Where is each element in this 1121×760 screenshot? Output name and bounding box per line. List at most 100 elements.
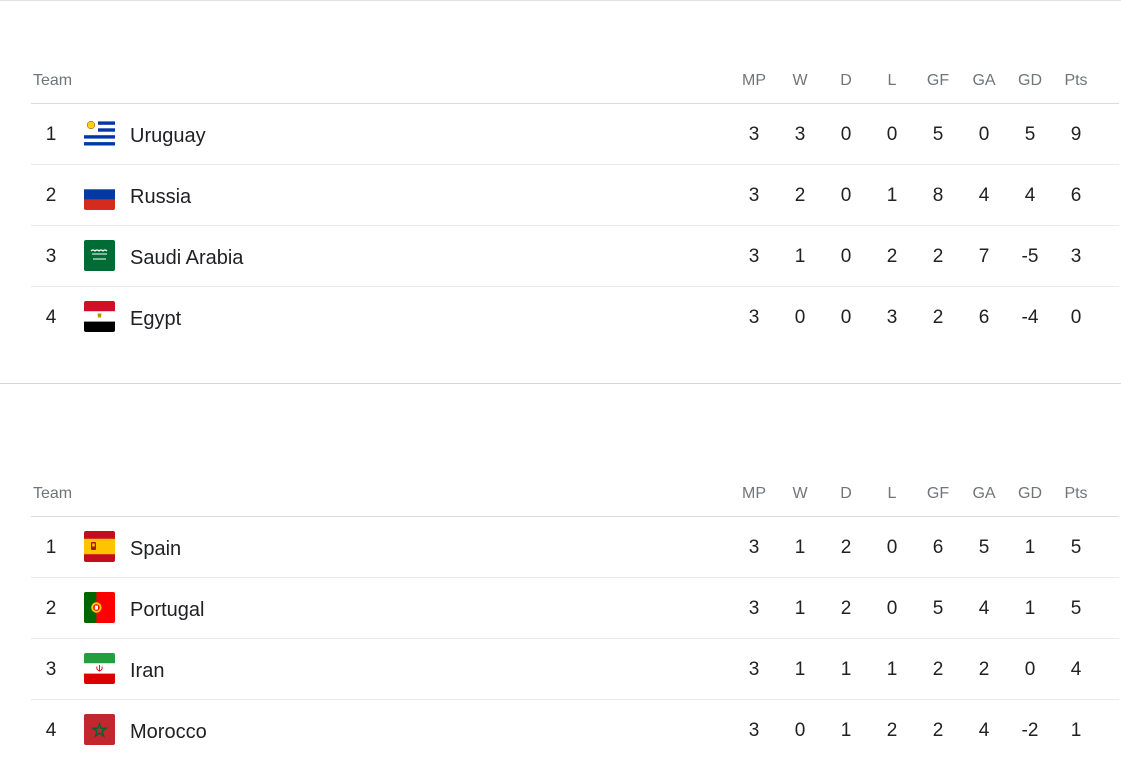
stat-ga: 4 <box>978 598 990 619</box>
stat-gf: 2 <box>932 307 944 328</box>
ga-column-header: GA <box>972 72 996 89</box>
l-column-header: L <box>887 72 897 89</box>
stat-mp: 3 <box>748 598 760 619</box>
stat-mp: 3 <box>748 720 760 741</box>
table-row-morocco[interactable]: 4 Morocco 3 0 1 2 2 4 -2 1 <box>31 700 1119 760</box>
mp-column-header: MP <box>742 485 766 502</box>
team-rank: 4 <box>45 307 57 328</box>
table-row-uruguay[interactable]: 1 Uruguay 3 3 0 0 5 0 5 9 <box>31 104 1119 165</box>
stat-l: 1 <box>886 185 898 206</box>
stat-pts: 6 <box>1070 185 1082 206</box>
stat-gd: 4 <box>1024 185 1036 206</box>
d-column-header: D <box>840 72 852 89</box>
stat-ga: 4 <box>978 185 990 206</box>
stat-gf: 2 <box>932 720 944 741</box>
w-column-header: W <box>792 485 808 502</box>
team-name[interactable]: Uruguay <box>130 125 206 148</box>
team-column-header: Team <box>33 72 73 89</box>
team-rank: 3 <box>45 659 57 680</box>
table-row-portugal[interactable]: 2 Portugal 3 1 2 0 5 4 1 5 <box>31 578 1119 639</box>
stat-w: 1 <box>794 659 806 680</box>
table-row-spain[interactable]: 1 Spain 3 1 2 0 6 5 1 5 <box>31 517 1119 578</box>
russia-flag-icon <box>84 179 115 210</box>
stat-pts: 0 <box>1070 307 1082 328</box>
egypt-flag-icon <box>84 301 115 332</box>
team-name[interactable]: Morocco <box>130 721 207 744</box>
team-name[interactable]: Iran <box>130 660 164 683</box>
saudi-arabia-flag-icon <box>84 240 115 271</box>
group-standings-b: Team MP W D L GF GA GD Pts 1 Spain 3 1 2… <box>0 384 1121 759</box>
standings-table: Team MP W D L GF GA GD Pts 1 Spain 3 1 2… <box>31 474 1119 760</box>
team-rank: 3 <box>45 246 57 267</box>
iran-flag-icon <box>84 653 115 684</box>
stat-gd: 1 <box>1024 598 1036 619</box>
team-name[interactable]: Egypt <box>130 308 181 331</box>
table-row-egypt[interactable]: 4 Egypt 3 0 0 3 2 6 -4 0 <box>31 287 1119 347</box>
stat-d: 0 <box>840 185 852 206</box>
table-row-iran[interactable]: 3 Iran 3 1 1 1 2 2 0 4 <box>31 639 1119 700</box>
stat-d: 0 <box>840 307 852 328</box>
stat-pts: 4 <box>1070 659 1082 680</box>
stat-gf: 5 <box>932 124 944 145</box>
stat-mp: 3 <box>748 307 760 328</box>
gd-column-header: GD <box>1018 485 1042 502</box>
stat-pts: 5 <box>1070 537 1082 558</box>
stat-d: 2 <box>840 598 852 619</box>
table-row-russia[interactable]: 2 Russia 3 2 0 1 8 4 4 6 <box>31 165 1119 226</box>
stat-l: 0 <box>886 124 898 145</box>
stat-w: 0 <box>794 307 806 328</box>
stat-gf: 2 <box>932 246 944 267</box>
stat-pts: 9 <box>1070 124 1082 145</box>
team-name[interactable]: Saudi Arabia <box>130 247 243 270</box>
stat-mp: 3 <box>748 185 760 206</box>
team-name[interactable]: Portugal <box>130 599 205 622</box>
stat-w: 3 <box>794 124 806 145</box>
stat-ga: 5 <box>978 537 990 558</box>
stat-d: 1 <box>840 720 852 741</box>
stat-ga: 6 <box>978 307 990 328</box>
stat-l: 0 <box>886 537 898 558</box>
team-rank: 4 <box>45 720 57 741</box>
team-rank: 1 <box>45 537 57 558</box>
stat-ga: 4 <box>978 720 990 741</box>
stat-w: 1 <box>794 537 806 558</box>
stat-w: 0 <box>794 720 806 741</box>
team-column-header: Team <box>33 485 73 502</box>
stat-d: 2 <box>840 537 852 558</box>
group-standings-a: Team MP W D L GF GA GD Pts 1 Uruguay 3 3… <box>0 0 1121 384</box>
gd-column-header: GD <box>1018 72 1042 89</box>
stat-w: 1 <box>794 598 806 619</box>
stat-gd: -2 <box>1021 720 1039 741</box>
gf-column-header: GF <box>926 72 950 89</box>
uruguay-flag-icon <box>84 118 115 149</box>
stat-mp: 3 <box>748 659 760 680</box>
stat-mp: 3 <box>748 537 760 558</box>
team-name[interactable]: Russia <box>130 186 191 209</box>
table-header: Team MP W D L GF GA GD Pts <box>31 61 1119 104</box>
team-name[interactable]: Spain <box>130 538 181 561</box>
stat-gf: 2 <box>932 659 944 680</box>
stat-l: 2 <box>886 720 898 741</box>
stat-l: 1 <box>886 659 898 680</box>
stat-ga: 2 <box>978 659 990 680</box>
stat-mp: 3 <box>748 246 760 267</box>
team-rank: 1 <box>45 124 57 145</box>
mp-column-header: MP <box>742 72 766 89</box>
table-row-saudi-arabia[interactable]: 3 Saudi Arabia 3 1 0 2 2 7 -5 3 <box>31 226 1119 287</box>
stat-gf: 8 <box>932 185 944 206</box>
team-rank: 2 <box>45 598 57 619</box>
l-column-header: L <box>887 485 897 502</box>
stat-d: 0 <box>840 246 852 267</box>
standings-table: Team MP W D L GF GA GD Pts 1 Uruguay 3 3… <box>31 61 1119 347</box>
spain-flag-icon <box>84 531 115 562</box>
stat-mp: 3 <box>748 124 760 145</box>
stat-ga: 7 <box>978 246 990 267</box>
stat-pts: 1 <box>1070 720 1082 741</box>
table-header: Team MP W D L GF GA GD Pts <box>31 474 1119 517</box>
stat-gd: 1 <box>1024 537 1036 558</box>
stat-l: 3 <box>886 307 898 328</box>
portugal-flag-icon <box>84 592 115 623</box>
stat-gd: 0 <box>1024 659 1036 680</box>
stat-l: 2 <box>886 246 898 267</box>
stat-gf: 6 <box>932 537 944 558</box>
